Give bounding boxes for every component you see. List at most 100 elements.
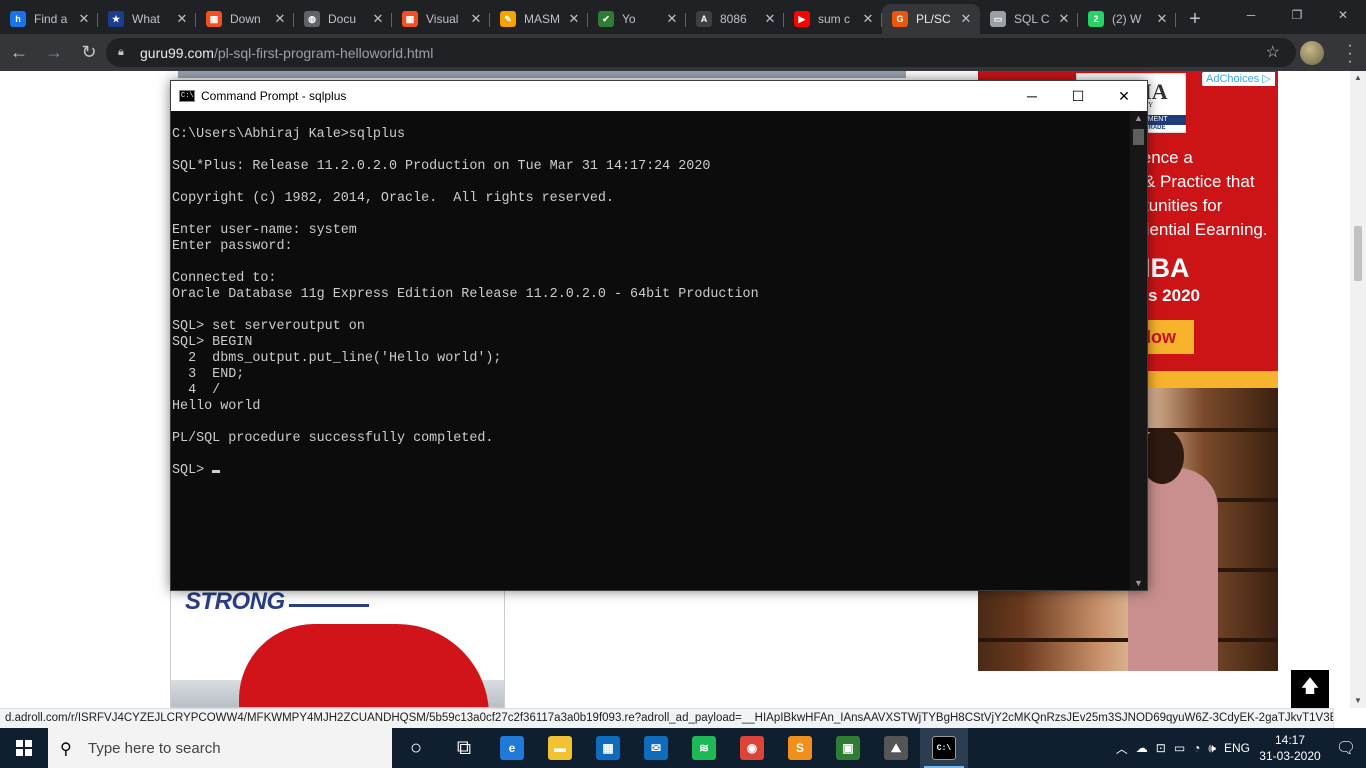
wifi-icon[interactable]: ◔ (1189, 741, 1204, 755)
browser-tab[interactable]: ★ What ✕ (98, 4, 196, 34)
tab-close-icon[interactable]: ✕ (468, 11, 484, 27)
reload-icon[interactable]: ↻ (73, 39, 105, 67)
tagline-underline (289, 604, 369, 607)
taskbar-app-cortana[interactable]: ○ (392, 728, 440, 768)
tab-close-icon[interactable]: ✕ (958, 11, 974, 27)
battery-icon[interactable]: ▭ (1170, 741, 1189, 755)
taskbar-app-emulator[interactable]: ▣ (824, 728, 872, 768)
adchoices-label: AdChoices (1206, 73, 1260, 85)
system-tray: ︿ ☁ ⊡ ▭ ◔ 🕪︎ ENG 14:17 31-03-2020 🗨︎ (1112, 728, 1366, 768)
lock-icon[interactable]: 🔒︎ (118, 46, 134, 59)
console-line: Hello world (172, 399, 261, 414)
ad-year-text: s 2020 (1148, 286, 1200, 305)
taskbar-app-task-view[interactable]: ⧉ (440, 728, 488, 768)
forward-arrow-icon[interactable]: → (38, 39, 70, 67)
scroll-up-icon[interactable]: ▲ (1130, 111, 1147, 125)
windows-taskbar: ⚲ Type here to search ○ ⧉ e ▬ ▦ ✉ ≋ ◉ S ▣ ⛰ C:\ ︿ ☁… (0, 728, 1366, 768)
taskbar-app-mail[interactable]: ✉ (632, 728, 680, 768)
language-indicator[interactable]: ENG (1220, 741, 1254, 755)
browser-tab[interactable]: ▦ Down ✕ (196, 4, 294, 34)
bookmark-star-icon[interactable]: ☆ (1266, 42, 1280, 62)
tab-title: 8086 (720, 12, 747, 26)
start-button[interactable] (0, 728, 48, 768)
address-bar[interactable]: 🔒︎ guru99.com/pl-sql-first-program-hello… (106, 38, 1296, 67)
status-url-bubble: d.adroll.com/r/ISRFVJ4CYZEJLCRYPCOWW4/MF… (0, 708, 1334, 728)
restore-icon[interactable]: ❐ (1274, 0, 1320, 30)
back-arrow-icon[interactable]: ← (3, 39, 35, 67)
cmd-title-bar[interactable]: C:\ Command Prompt - sqlplus ─ ☐ ✕ (171, 81, 1147, 111)
scroll-up-icon[interactable]: ▲ (1350, 71, 1366, 85)
tab-title: What (132, 12, 161, 26)
search-placeholder: Type here to search (88, 739, 221, 757)
adchoices-badge[interactable]: AdChoices ▷ (1202, 72, 1275, 86)
taskbar-app-sublime[interactable]: S (776, 728, 824, 768)
browser-tab[interactable]: h Find a ✕ (0, 4, 98, 34)
browser-tab[interactable]: 2 (2) W ✕ (1078, 4, 1176, 34)
taskbar-search-box[interactable]: ⚲ Type here to search (48, 728, 392, 768)
clock[interactable]: 14:17 31-03-2020 (1254, 732, 1326, 764)
maximize-icon[interactable]: ☐ (1055, 81, 1101, 111)
taskbar-apps: ○ ⧉ e ▬ ▦ ✉ ≋ ◉ S ▣ ⛰ C:\ (392, 728, 968, 768)
store-icon: ▦ (596, 736, 620, 760)
browser-tab[interactable]: A 8086 ✕ (686, 4, 784, 34)
scroll-down-icon[interactable]: ▼ (1350, 694, 1366, 708)
tab-close-icon[interactable]: ✕ (566, 11, 582, 27)
taskbar-app-chrome[interactable]: ◉ (728, 728, 776, 768)
new-tab-button[interactable]: + (1180, 4, 1210, 34)
command-prompt-window[interactable]: C:\ Command Prompt - sqlplus ─ ☐ ✕ C:\Us… (170, 80, 1148, 591)
taskbar-app-spotify[interactable]: ≋ (680, 728, 728, 768)
browser-tab[interactable]: ✎ MASM ✕ (490, 4, 588, 34)
console-output[interactable]: C:\Users\Abhiraj Kale>sqlplus SQL*Plus: R… (171, 127, 1131, 587)
console-line: C:\Users\Abhiraj Kale>sqlplus (172, 127, 406, 142)
close-icon[interactable]: ✕ (1101, 81, 1147, 111)
taskbar-app-store[interactable]: ▦ (584, 728, 632, 768)
scroll-down-icon[interactable]: ▼ (1130, 576, 1147, 590)
tab-close-icon[interactable]: ✕ (272, 11, 288, 27)
clock-time: 14:17 (1274, 733, 1306, 747)
close-icon[interactable]: ✕ (1320, 0, 1366, 30)
taskbar-app-photos[interactable]: ⛰ (872, 728, 920, 768)
tab-close-icon[interactable]: ✕ (174, 11, 190, 27)
taskbar-app-edge[interactable]: e (488, 728, 536, 768)
tab-title: (2) W (1112, 12, 1142, 26)
tab-close-icon[interactable]: ✕ (860, 11, 876, 27)
notification-icon[interactable]: 🗨︎ (1326, 728, 1366, 768)
cmd-scrollbar[interactable]: ▲ ▼ (1130, 111, 1147, 590)
car-banner-ad[interactable]: STRONG (170, 589, 505, 708)
tab-close-icon[interactable]: ✕ (76, 11, 92, 27)
browser-tab[interactable]: ◍ Docu ✕ (294, 4, 392, 34)
menu-dots-icon[interactable]: · · · (1344, 38, 1356, 70)
scroll-thumb[interactable] (1354, 226, 1362, 281)
scroll-thumb[interactable] (1133, 129, 1144, 145)
tab-close-icon[interactable]: ✕ (664, 11, 680, 27)
back-to-top-button[interactable]: 🡅 (1291, 670, 1329, 708)
browser-tab[interactable]: G PL/SC ✕ (882, 4, 980, 34)
chevron-up-icon[interactable]: ︿ (1112, 740, 1132, 757)
volume-icon[interactable]: 🕪︎ (1204, 741, 1220, 756)
browser-tab[interactable]: ▶ sum c ✕ (784, 4, 882, 34)
taskbar-app-cmd[interactable]: C:\ (920, 728, 968, 768)
profile-avatar[interactable] (1300, 41, 1324, 65)
onedrive-icon[interactable]: ☁ (1132, 741, 1152, 755)
console-prompt-line[interactable]: SQL> (172, 463, 1131, 479)
url-text[interactable]: guru99.com/pl-sql-first-program-hellowor… (140, 45, 433, 61)
taskbar-app-file-explorer[interactable]: ▬ (536, 728, 584, 768)
tab-close-icon[interactable]: ✕ (762, 11, 778, 27)
minimize-icon[interactable]: ─ (1009, 81, 1055, 111)
browser-tab[interactable]: ▦ Visual ✕ (392, 4, 490, 34)
tab-title: Visual (426, 12, 459, 26)
console-line: 4 / (172, 383, 221, 398)
minimize-icon[interactable]: ─ (1228, 0, 1274, 30)
cortana-icon: ○ (409, 736, 423, 759)
tab-close-icon[interactable]: ✕ (370, 11, 386, 27)
browser-tab[interactable]: ▭ SQL C ✕ (980, 4, 1078, 34)
tab-close-icon[interactable]: ✕ (1056, 11, 1072, 27)
windows-logo-icon (16, 740, 32, 756)
browser-tab[interactable]: ✔ Yo ✕ (588, 4, 686, 34)
tab-favicon-icon: ▦ (206, 11, 222, 27)
page-scrollbar[interactable]: ▲ ▼ (1350, 71, 1366, 708)
tab-close-icon[interactable]: ✕ (1154, 11, 1170, 27)
network-icon[interactable]: ⊡ (1152, 741, 1170, 755)
